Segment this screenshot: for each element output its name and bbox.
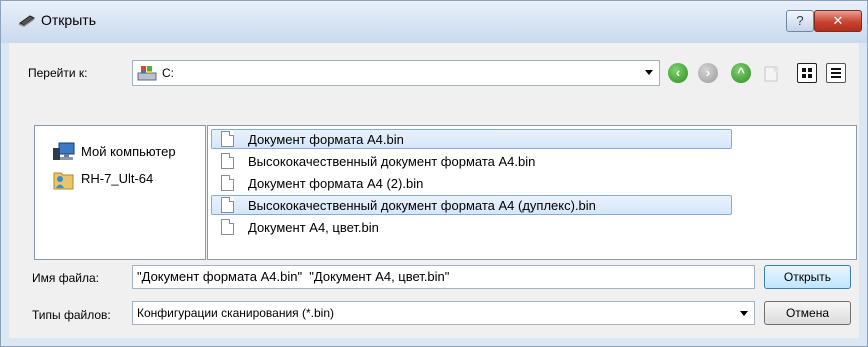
filetype-value: Конфигурации сканирования (*.bin) (137, 306, 335, 320)
file-item[interactable]: Документ A4, цвет.bin (211, 217, 732, 237)
up-folder-icon[interactable]: ^ (731, 63, 751, 83)
chevron-down-icon[interactable] (645, 70, 653, 75)
view-icons-button[interactable] (797, 63, 817, 83)
filetype-dropdown[interactable]: Конфигурации сканирования (*.bin) (132, 301, 755, 325)
file-name: Документ формата A4.bin (248, 132, 404, 147)
user-folder-icon (53, 172, 74, 190)
open-dialog: Открыть ? ✕ Перейти к: C: ‹ › ^ Мой комп… (0, 0, 868, 347)
file-icon (221, 175, 234, 191)
view-list-button[interactable] (826, 63, 846, 83)
file-name: Высококачественный документ формата A4 (… (248, 198, 596, 213)
drive-icon (137, 66, 157, 81)
forward-icon[interactable]: › (698, 63, 718, 83)
open-button[interactable]: Открыть (764, 265, 851, 289)
file-icon (221, 197, 234, 213)
filename-input[interactable]: "Документ формата A4.bin" "Документ A4, … (132, 265, 755, 289)
back-icon[interactable]: ‹ (668, 63, 688, 83)
file-item[interactable]: Высококачественный документ формата A4.b… (211, 151, 732, 171)
file-icon (221, 153, 234, 169)
computer-icon (53, 142, 75, 160)
list-view-icon (831, 68, 841, 78)
file-list: Документ формата A4.bin Высококачественн… (207, 125, 857, 260)
path-dropdown[interactable]: C: (132, 60, 660, 86)
place-label: Мой компьютер (81, 144, 176, 159)
new-folder-icon[interactable] (763, 64, 781, 82)
filename-label: Имя файла: (32, 271, 99, 285)
file-item[interactable]: Высококачественный документ формата A4 (… (211, 195, 732, 215)
window-title: Открыть (41, 12, 96, 28)
file-name: Высококачественный документ формата A4.b… (248, 154, 536, 169)
file-name: Документ формата A4 (2).bin (248, 176, 424, 191)
cancel-button[interactable]: Отмена (764, 301, 851, 325)
path-value: C: (162, 66, 174, 80)
scanner-icon (18, 15, 35, 27)
title-bar[interactable]: Открыть ? ✕ (1, 1, 867, 43)
place-label: RH-7_Ult-64 (81, 171, 154, 186)
chevron-down-icon[interactable] (740, 311, 748, 316)
file-icon (221, 131, 234, 147)
file-name: Документ A4, цвет.bin (248, 220, 379, 235)
places-panel: Мой компьютер RH-7_Ult-64 (34, 125, 206, 260)
goto-label: Перейти к: (28, 66, 88, 80)
grid-view-icon (802, 68, 812, 78)
help-button[interactable]: ? (786, 10, 814, 32)
file-item[interactable]: Документ формата A4 (2).bin (211, 173, 732, 193)
file-item[interactable]: Документ формата A4.bin (211, 129, 732, 149)
filetype-label: Типы файлов: (32, 308, 111, 322)
file-icon (221, 219, 234, 235)
close-button[interactable]: ✕ (814, 10, 862, 32)
